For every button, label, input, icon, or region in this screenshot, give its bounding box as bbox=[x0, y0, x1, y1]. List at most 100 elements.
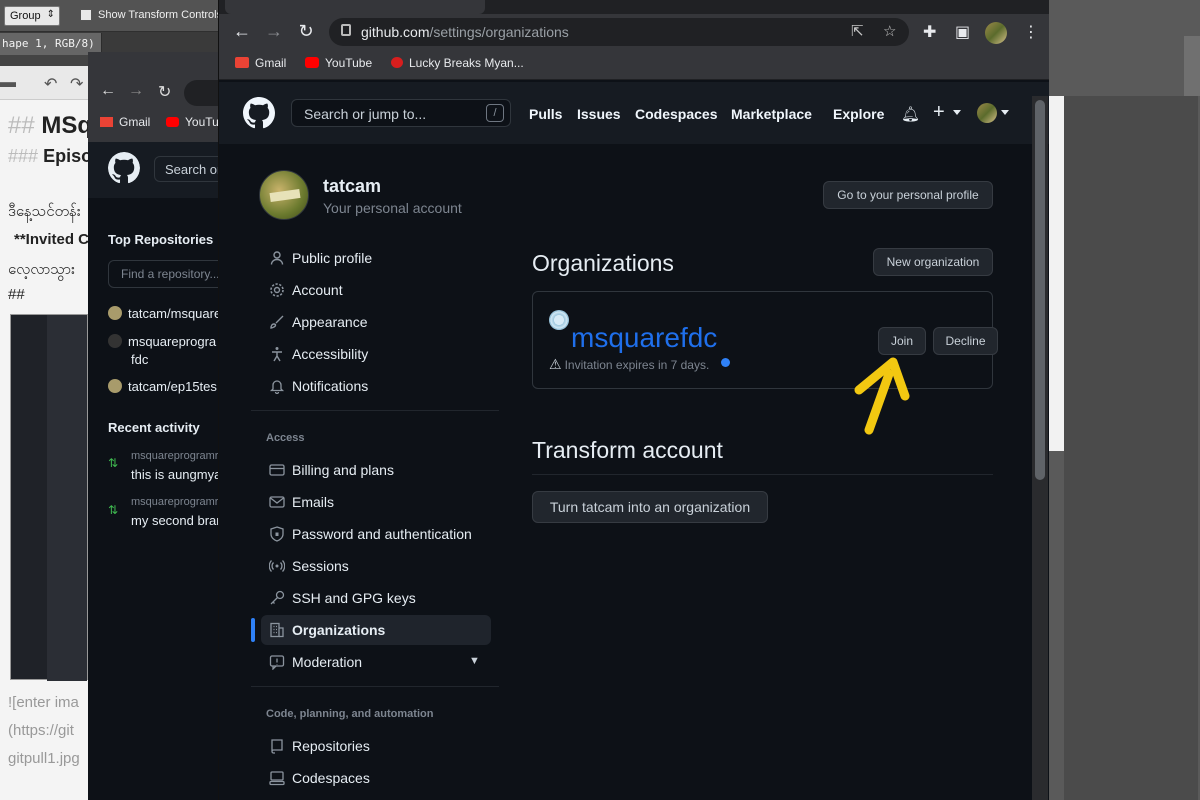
nav-issues[interactable]: Issues bbox=[577, 106, 621, 122]
github-logo-icon[interactable] bbox=[243, 97, 275, 129]
turn-into-organization-button[interactable]: Turn tatcam into an organization bbox=[532, 491, 768, 523]
background-scrollbar[interactable] bbox=[1184, 36, 1200, 96]
url-text: github.com/settings/organizations bbox=[361, 24, 569, 40]
user-profile-avatar[interactable] bbox=[259, 170, 309, 220]
activity-meta: msquareprogramr bbox=[131, 496, 219, 508]
sidebar-item-public-profile[interactable]: Public profile bbox=[261, 243, 491, 273]
editor-toolbar: ▬ ↶ ↷ bbox=[0, 66, 90, 100]
bookmark-lucky-breaks[interactable]: Lucky Breaks Myan... bbox=[391, 56, 524, 70]
scrollbar-thumb[interactable] bbox=[1035, 100, 1045, 480]
key-icon bbox=[270, 590, 285, 605]
sidebar-item-label: Repositories bbox=[292, 738, 370, 754]
sidebar-item-sessions[interactable]: Sessions bbox=[261, 551, 491, 581]
find-repository-input[interactable]: Find a repository... bbox=[108, 260, 228, 288]
section-divider bbox=[532, 474, 993, 475]
sidebar-item-organizations[interactable]: Organizations bbox=[261, 615, 491, 645]
star-icon[interactable]: ☆ bbox=[883, 22, 896, 40]
reload-icon[interactable]: ↻ bbox=[295, 21, 317, 42]
pull-request-icon: ⇅ bbox=[108, 456, 119, 470]
bookmark-gmail[interactable]: Gmail bbox=[235, 56, 286, 70]
chevron-down-icon[interactable]: ▼ bbox=[469, 655, 480, 667]
md-bold-line: **Invited C bbox=[14, 231, 90, 248]
sidebar-item-accessibility[interactable]: Accessibility bbox=[261, 339, 491, 369]
shield-lock-icon bbox=[270, 526, 284, 542]
join-button[interactable]: Join bbox=[878, 327, 926, 355]
sidebar-item-account[interactable]: Account bbox=[261, 275, 491, 305]
slash-shortcut-icon: / bbox=[486, 104, 504, 122]
document-tab[interactable]: hape 1, RGB/8) × bbox=[0, 33, 102, 55]
repo-link[interactable]: tatcam/ep15tes bbox=[108, 379, 217, 394]
bookmark-youtube[interactable]: YouTube bbox=[305, 56, 372, 70]
repo-link[interactable]: msquareprogra bbox=[108, 334, 216, 349]
sidebar-item-moderation[interactable]: Moderation bbox=[261, 647, 491, 677]
side-panel-icon[interactable]: ▣ bbox=[955, 22, 970, 42]
forward-icon[interactable]: → bbox=[263, 21, 285, 42]
bookmarks-bar: Gmail YouTube Lucky Breaks Myan... bbox=[219, 50, 1049, 80]
md-image-link: ![enter ima bbox=[8, 694, 79, 711]
reload-icon[interactable]: ↻ bbox=[158, 82, 171, 102]
back-icon[interactable]: ← bbox=[100, 82, 116, 100]
github-search-input[interactable]: Search or jump to... / bbox=[291, 99, 511, 127]
repo-link-continued[interactable]: fdc bbox=[131, 352, 148, 367]
create-new-plus-icon[interactable]: + bbox=[933, 101, 945, 124]
nav-pulls[interactable]: Pulls bbox=[529, 106, 562, 122]
background-search-input[interactable]: Search or bbox=[154, 156, 228, 182]
repo-link[interactable]: tatcam/msquare bbox=[108, 306, 221, 321]
github-logo-icon[interactable] bbox=[108, 152, 140, 184]
activity-title[interactable]: this is aungmya bbox=[131, 467, 221, 482]
org-avatar[interactable] bbox=[549, 310, 569, 330]
browser-toolbar: ← → ↻ github.com/settings/organizations … bbox=[219, 14, 1049, 50]
sidebar-item-password[interactable]: Password and authentication bbox=[261, 519, 491, 549]
sidebar-item-notifications[interactable]: Notifications bbox=[261, 371, 491, 401]
bookmark-gmail[interactable]: Gmail bbox=[100, 115, 150, 129]
sidebar-item-label: Codespaces bbox=[292, 770, 370, 786]
redo-icon[interactable]: ↷ bbox=[70, 74, 83, 94]
back-icon[interactable]: ← bbox=[231, 21, 253, 42]
go-to-profile-button[interactable]: Go to your personal profile bbox=[823, 181, 993, 209]
extensions-icon[interactable]: ✚ bbox=[923, 22, 936, 42]
page-scrollbar[interactable] bbox=[1032, 96, 1048, 800]
share-icon[interactable]: ⇱ bbox=[851, 22, 864, 40]
unread-dot bbox=[721, 358, 730, 367]
sidebar-item-label: Emails bbox=[292, 494, 335, 510]
nav-marketplace[interactable]: Marketplace bbox=[731, 106, 812, 122]
active-tab[interactable] bbox=[225, 0, 485, 14]
activity-title[interactable]: my second bran bbox=[131, 513, 224, 528]
user-avatar[interactable] bbox=[977, 103, 997, 123]
embedded-screenshot-thumbnail bbox=[10, 314, 88, 681]
transform-controls-checkbox[interactable] bbox=[80, 9, 92, 21]
profile-avatar[interactable] bbox=[985, 22, 1007, 44]
annotation-arrow-icon bbox=[854, 357, 910, 435]
chevron-down-icon[interactable] bbox=[1001, 110, 1009, 115]
sidebar-item-appearance[interactable]: Appearance bbox=[261, 307, 491, 337]
user-name[interactable]: tatcam bbox=[323, 176, 381, 197]
bookmark-youtube[interactable]: YouTu bbox=[166, 115, 219, 129]
undo-icon[interactable]: ↶ bbox=[44, 74, 57, 94]
lock-icon[interactable] bbox=[341, 24, 351, 36]
pull-request-icon: ⇅ bbox=[108, 503, 119, 517]
bell-icon bbox=[269, 380, 285, 394]
sidebar-item-emails[interactable]: Emails bbox=[261, 487, 491, 517]
decline-button[interactable]: Decline bbox=[933, 327, 998, 355]
sidebar-divider bbox=[251, 686, 499, 687]
repo-avatar bbox=[108, 379, 122, 393]
menu-icon[interactable]: ⋮ bbox=[1023, 22, 1039, 42]
org-name-link[interactable]: msquarefdc bbox=[571, 322, 717, 354]
sidebar-item-label: Notifications bbox=[292, 378, 369, 394]
sidebar-item-ssh-keys[interactable]: SSH and GPG keys bbox=[261, 583, 491, 613]
chevron-down-icon[interactable] bbox=[953, 110, 961, 115]
sidebar-item-billing[interactable]: Billing and plans bbox=[261, 455, 491, 485]
right-background-window bbox=[1048, 0, 1200, 800]
folder-icon[interactable]: ▬ bbox=[0, 74, 16, 92]
new-organization-button[interactable]: New organization bbox=[873, 248, 993, 276]
selected-indicator bbox=[251, 618, 255, 642]
sidebar-item-codespaces[interactable]: Codespaces bbox=[261, 763, 491, 793]
bell-icon[interactable]: 🔔︎ bbox=[901, 105, 920, 123]
sidebar-item-repositories[interactable]: Repositories bbox=[261, 731, 491, 761]
forward-icon[interactable]: → bbox=[128, 82, 144, 100]
group-select[interactable]: Group ⇕ bbox=[4, 6, 60, 26]
repo-icon bbox=[271, 739, 283, 754]
nav-codespaces[interactable]: Codespaces bbox=[635, 106, 717, 122]
address-bar[interactable]: github.com/settings/organizations ⇱ ☆ bbox=[329, 18, 909, 46]
nav-explore[interactable]: Explore bbox=[833, 106, 884, 122]
